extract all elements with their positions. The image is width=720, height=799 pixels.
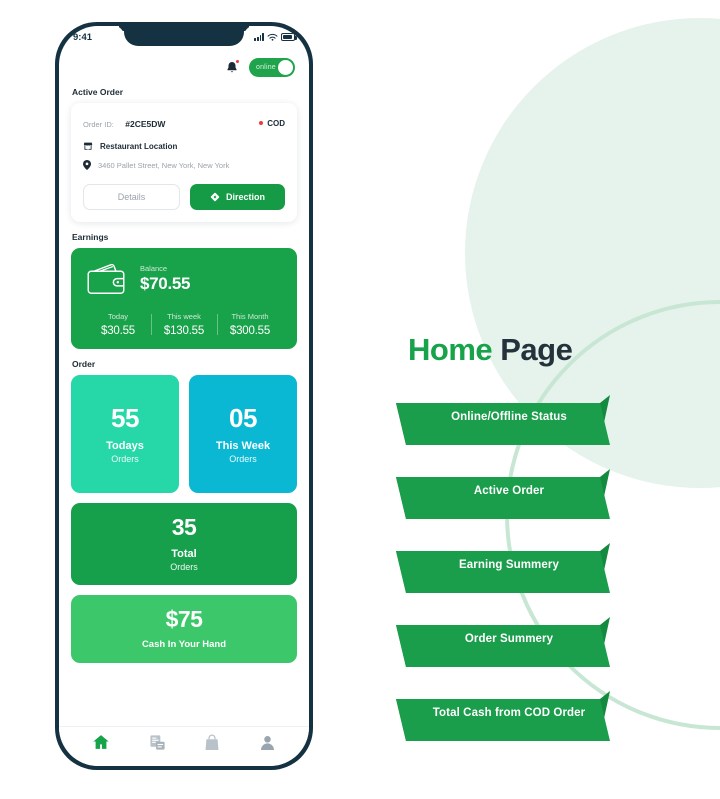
stat-line2: Orders xyxy=(170,562,198,572)
stat-card-total[interactable]: 35 Total Orders xyxy=(71,503,297,585)
notification-bell-icon[interactable] xyxy=(225,59,240,75)
direction-button[interactable]: Direction xyxy=(190,184,285,210)
page-title: Home Page xyxy=(408,332,573,368)
section-title-order: Order xyxy=(72,359,96,369)
earnings-breakdown: Today $30.55 This week $130.55 This Mont… xyxy=(85,312,283,337)
map-pin-icon xyxy=(83,160,91,170)
payment-badge-label: COD xyxy=(267,118,285,128)
breakdown-label: This week xyxy=(167,312,201,321)
app-content: Active Order Order ID: #2CE5DW COD Resta… xyxy=(59,87,309,663)
address-text: 3460 Pallet Street, New York, New York xyxy=(98,160,230,170)
stat-line1: Total xyxy=(171,548,197,560)
wifi-icon xyxy=(267,33,278,41)
status-bar-time: 9:41 xyxy=(73,31,93,43)
order-id-value: #2CE5DW xyxy=(125,119,166,129)
ribbon-active-order: Active Order xyxy=(378,469,628,521)
nav-item-invoice[interactable] xyxy=(149,734,166,756)
earnings-breakdown-item: Today $30.55 xyxy=(85,312,151,337)
earnings-balance-row: Balance $70.55 xyxy=(85,261,283,297)
stat-line2: Orders xyxy=(111,453,139,464)
section-title-active-order: Active Order xyxy=(72,87,124,97)
status-bar: 9:41 xyxy=(59,26,309,48)
store-icon xyxy=(83,142,93,150)
restaurant-row: Restaurant Location xyxy=(83,141,285,151)
ribbon-label: Order Summery xyxy=(464,633,554,645)
battery-icon xyxy=(281,33,297,41)
active-order-card[interactable]: Order ID: #2CE5DW COD Restaurant Locatio… xyxy=(71,103,297,222)
online-status-toggle[interactable]: online xyxy=(249,58,295,77)
stat-number: 35 xyxy=(171,514,197,540)
screenshot-root: 9:41 online Active Order Order ID: #2CE5… xyxy=(0,0,720,799)
earnings-breakdown-item: This week $130.55 xyxy=(151,312,217,337)
breakdown-value: $300.55 xyxy=(229,325,271,337)
cash-label: Cash In Your Hand xyxy=(141,639,227,650)
page-title-part2: Page xyxy=(500,332,573,367)
balance-label: Balance xyxy=(140,264,168,273)
ribbon-online-offline-status: Online/Offline Status xyxy=(378,395,628,447)
restaurant-label: Restaurant Location xyxy=(100,141,178,151)
balance-value: $70.55 xyxy=(140,274,191,293)
profile-icon xyxy=(260,735,274,750)
ribbon-shape xyxy=(396,617,610,667)
signal-bars-icon xyxy=(254,33,264,41)
ribbon-shape xyxy=(396,469,610,519)
page-title-part1: Home xyxy=(408,332,501,367)
section-title-earnings: Earnings xyxy=(72,232,109,242)
app-header: online xyxy=(59,48,309,77)
wallet-icon xyxy=(87,263,125,294)
ribbon-shape xyxy=(396,395,610,445)
address-row: 3460 Pallet Street, New York, New York xyxy=(83,160,285,170)
status-bar-icons xyxy=(254,33,297,42)
ribbon-label: Earning Summery xyxy=(459,559,559,571)
ribbon-label: Total Cash from COD Order xyxy=(432,707,586,719)
direction-button-label: Direction xyxy=(225,192,265,202)
ribbon-shape xyxy=(396,691,610,741)
breakdown-label: Today xyxy=(107,312,128,321)
notification-dot xyxy=(235,59,240,64)
order-id-row: Order ID: #2CE5DW COD xyxy=(83,114,285,132)
ribbon-order-summery: Order Summery xyxy=(378,617,628,669)
nav-item-bag[interactable] xyxy=(204,734,220,756)
navigation-diamond-icon xyxy=(210,192,220,202)
ribbon-total-cash-cod: Total Cash from COD Order xyxy=(378,691,628,743)
annotation-ribbon-list: Online/Offline Status Active Order Earni… xyxy=(378,395,628,765)
ribbon-shape xyxy=(396,543,610,593)
details-button-label: Details xyxy=(117,192,146,202)
phone-screen: 9:41 online Active Order Order ID: #2CE5… xyxy=(59,26,309,766)
cash-number: $75 xyxy=(165,606,203,632)
nav-item-home[interactable] xyxy=(92,733,110,756)
earnings-breakdown-item: This Month $300.55 xyxy=(217,312,283,337)
earnings-card[interactable]: Balance $70.55 Today $30.55 This week $1… xyxy=(71,248,297,349)
stat-number: 05 xyxy=(229,402,257,433)
order-id-label: Order ID: xyxy=(83,120,114,129)
payment-badge: COD xyxy=(258,118,285,128)
stat-line1: This Week xyxy=(215,439,271,452)
stat-line2: Orders xyxy=(229,453,257,464)
toggle-knob xyxy=(278,60,293,75)
stat-card-todays[interactable]: 55 Todays Orders xyxy=(71,375,179,493)
breakdown-value: $130.55 xyxy=(163,325,205,337)
details-button[interactable]: Details xyxy=(83,184,180,210)
cod-dot-icon xyxy=(258,120,264,126)
toggle-label: online xyxy=(256,64,276,71)
ribbon-label: Active Order xyxy=(473,485,545,497)
stat-card-cash-in-hand[interactable]: $75 Cash In Your Hand xyxy=(71,595,297,663)
ribbon-label: Online/Offline Status xyxy=(451,411,567,423)
phone-mockup: 9:41 online Active Order Order ID: #2CE5… xyxy=(55,22,313,770)
stat-number: 55 xyxy=(111,402,139,433)
nav-item-profile[interactable] xyxy=(259,734,276,756)
breakdown-value: $30.55 xyxy=(101,325,135,337)
invoice-icon xyxy=(150,734,165,750)
earnings-balance-text: Balance $70.55 xyxy=(140,264,191,294)
home-icon xyxy=(93,735,109,749)
breakdown-label: This Month xyxy=(231,312,269,321)
ribbon-earning-summery: Earning Summery xyxy=(378,543,628,595)
order-stats-grid: 55 Todays Orders 05 This Week Orders xyxy=(71,375,297,493)
order-actions: Details Direction xyxy=(83,184,285,210)
stat-line1: Todays xyxy=(106,439,144,452)
order-id-group: Order ID: #2CE5DW xyxy=(83,114,165,132)
stat-card-this-week[interactable]: 05 This Week Orders xyxy=(189,375,297,493)
bag-icon xyxy=(205,734,219,750)
bottom-navigation xyxy=(59,726,309,766)
